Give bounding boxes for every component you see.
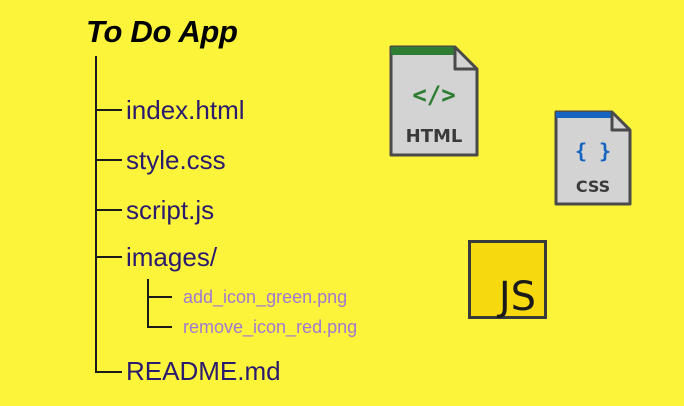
html-icon-label: HTML	[406, 126, 463, 147]
tree-trunk	[95, 56, 97, 373]
tree-item-script-js: script.js	[126, 195, 215, 225]
tree-branch	[95, 159, 122, 161]
css-icon-symbol: { }	[575, 139, 611, 163]
js-logo-icon: JS	[468, 240, 547, 319]
tree-item-index-html: index.html	[126, 95, 245, 125]
html-file-icon: </> HTML	[389, 45, 479, 157]
tree-item-style-css: style.css	[126, 145, 226, 175]
tree-branch	[95, 371, 122, 373]
tree-subitem-remove-icon: remove_icon_red.png	[183, 317, 358, 337]
tree-branch	[95, 209, 122, 211]
css-file-icon: { } CSS	[554, 110, 632, 206]
subtree-trunk	[147, 279, 149, 327]
tree-item-images-folder: images/	[126, 242, 218, 272]
subtree-branch	[147, 296, 172, 298]
tree-subitem-add-icon: add_icon_green.png	[183, 287, 348, 307]
js-logo-label: JS	[496, 274, 536, 319]
tree-branch	[95, 109, 122, 111]
diagram-title: To Do App	[86, 14, 238, 49]
css-icon-label: CSS	[576, 177, 610, 196]
tree-branch	[95, 256, 122, 258]
html-icon-symbol: </>	[412, 81, 455, 109]
tree-item-readme: README.md	[126, 356, 281, 386]
subtree-branch	[147, 326, 172, 328]
